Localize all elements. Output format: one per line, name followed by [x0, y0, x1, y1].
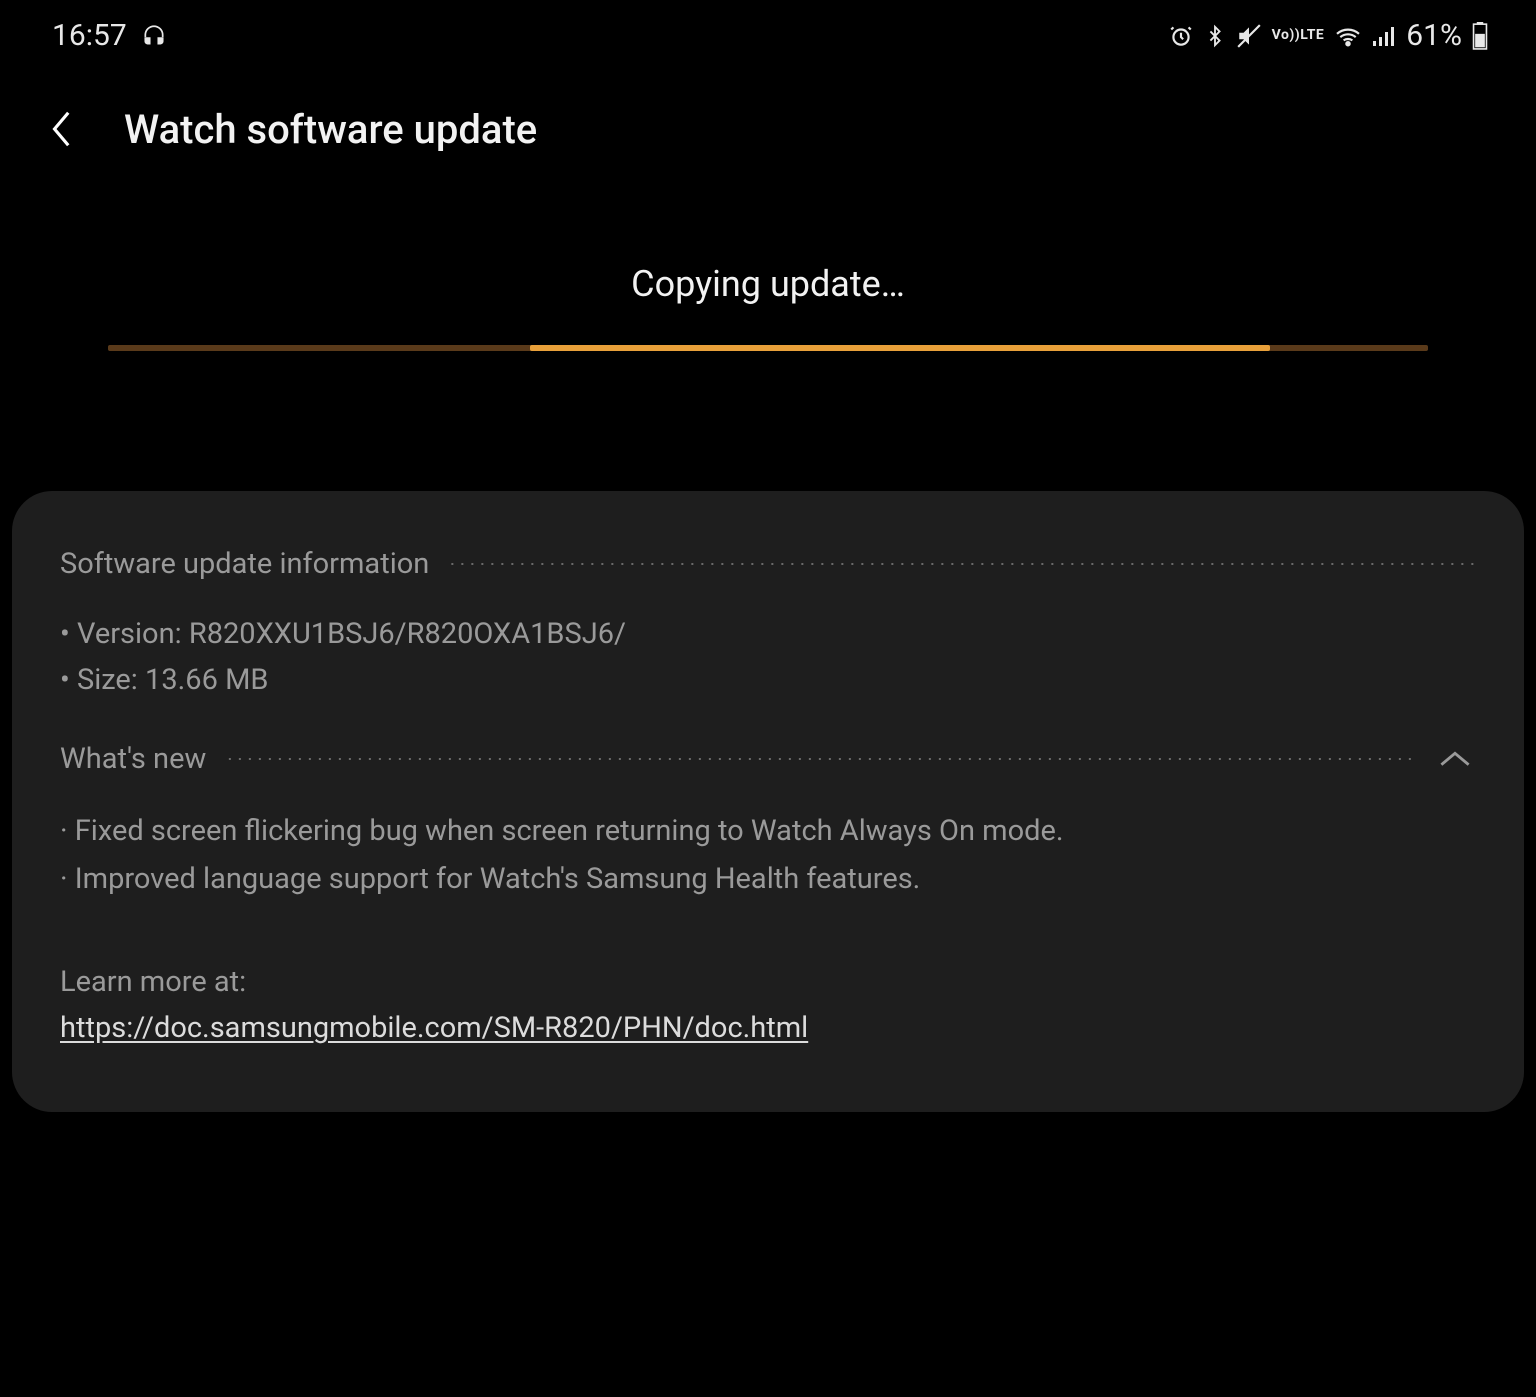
learn-more-link[interactable]: https://doc.samsungmobile.com/SM-R820/PH…	[60, 1011, 808, 1045]
progress-bar	[108, 345, 1428, 351]
size-row: • Size: 13.66 MB	[60, 659, 1476, 703]
info-list: • Version: R820XXU1BSJ6/R820OXA1BSJ6/ • …	[60, 613, 1476, 702]
chevron-up-icon	[1438, 747, 1472, 771]
page-title: Watch software update	[124, 106, 537, 153]
version-label: Version:	[77, 617, 182, 651]
whats-new-header: What's new	[60, 742, 1476, 776]
changes-list: · Fixed screen flickering bug when scree…	[60, 808, 1476, 903]
wifi-icon	[1334, 25, 1362, 47]
status-left: 16:57	[52, 18, 167, 53]
info-section-title: Software update information	[60, 547, 429, 581]
size-label: Size:	[77, 663, 138, 697]
volte-icon: Vo)) LTE	[1272, 29, 1325, 42]
divider-dotted	[449, 563, 1476, 565]
divider-dotted	[226, 758, 1414, 760]
version-value: R820XXU1BSJ6/R820OXA1BSJ6/	[189, 617, 626, 651]
progress-label: Copying update…	[108, 263, 1428, 305]
back-button[interactable]	[44, 105, 80, 153]
progress-fill	[530, 345, 1269, 351]
page-header: Watch software update	[0, 71, 1536, 183]
battery-text: 61%	[1406, 18, 1462, 53]
headphones-icon	[141, 23, 167, 49]
status-time: 16:57	[52, 18, 127, 53]
update-info-card: Software update information • Version: R…	[12, 491, 1524, 1112]
battery-icon	[1472, 22, 1488, 50]
version-row: • Version: R820XXU1BSJ6/R820OXA1BSJ6/	[60, 613, 1476, 657]
status-right: Vo)) LTE 61%	[1168, 18, 1488, 53]
chevron-left-icon	[48, 109, 76, 149]
learn-more-label: Learn more at:	[60, 959, 1476, 1005]
signal-icon	[1372, 25, 1396, 47]
whats-new-title: What's new	[60, 742, 206, 776]
change-item: · Improved language support for Watch's …	[60, 856, 1476, 902]
change-item: · Fixed screen flickering bug when scree…	[60, 808, 1476, 854]
mute-icon	[1236, 23, 1262, 49]
info-section-header: Software update information	[60, 547, 1476, 581]
progress-section: Copying update…	[0, 183, 1536, 351]
size-value: 13.66 MB	[145, 663, 268, 697]
collapse-button[interactable]	[1434, 743, 1476, 775]
status-bar: 16:57	[0, 0, 1536, 71]
alarm-icon	[1168, 23, 1194, 49]
learn-more-section: Learn more at: https://doc.samsungmobile…	[60, 959, 1476, 1052]
bluetooth-icon	[1204, 23, 1226, 49]
